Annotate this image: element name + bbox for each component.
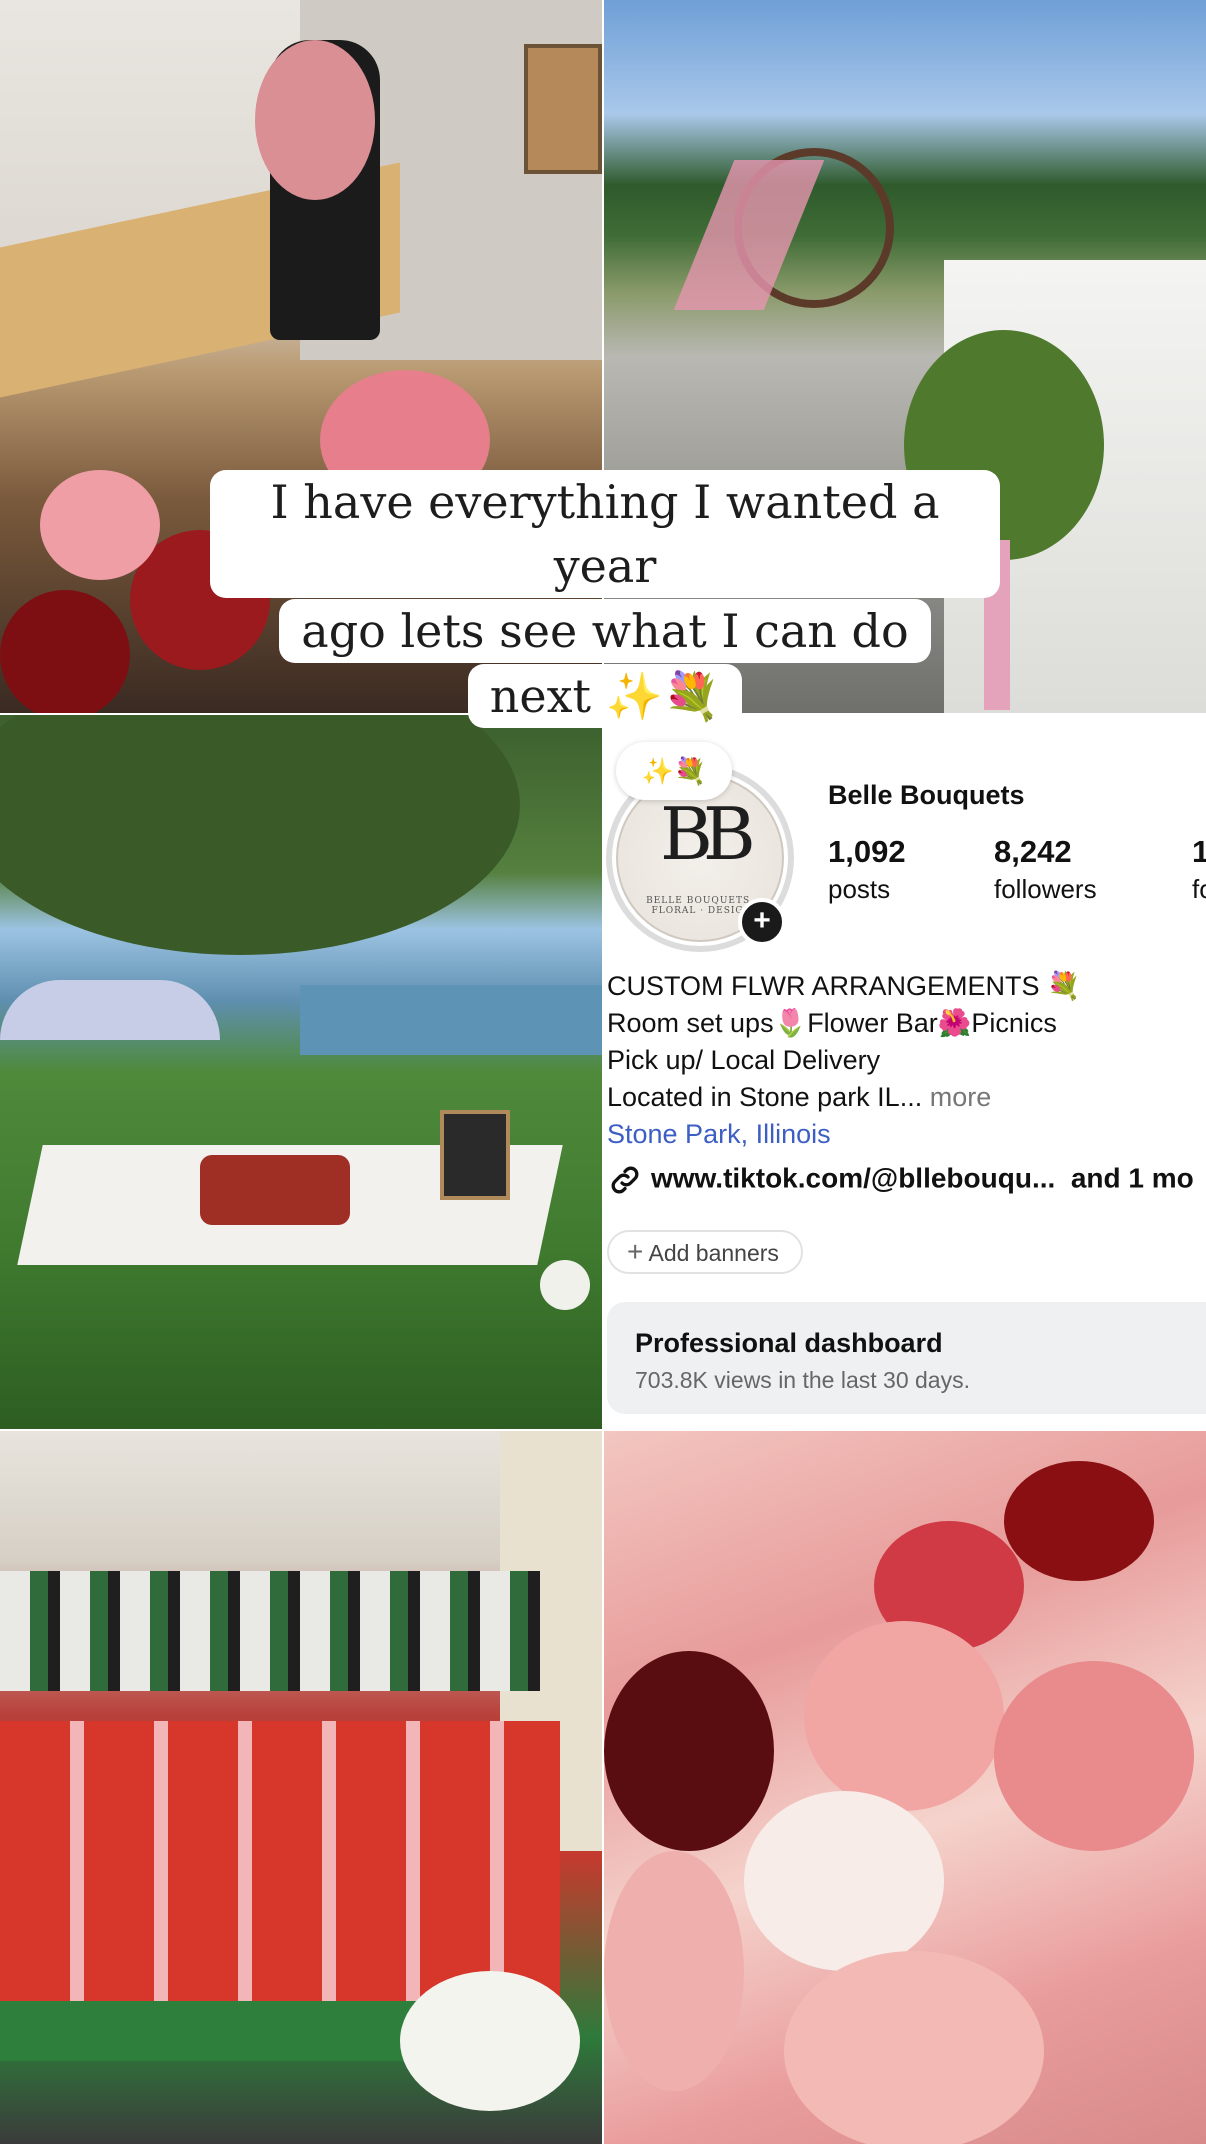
bio-line: Room set ups🌷Flower Bar🌺Picnics (607, 1008, 1057, 1038)
profile-bio: CUSTOM FLWR ARRANGEMENTS 💐 Room set ups🌷… (607, 968, 1081, 1153)
white-umbrella (0, 980, 220, 1040)
profile-name: Belle Bouquets (828, 780, 1025, 810)
flower-buckets-photo (0, 1431, 602, 2144)
caption-line-3: next ✨💐 (467, 664, 743, 728)
story-caption: I have everything I wanted a year ago le… (210, 470, 1000, 729)
red-bouquet-kay (1004, 1461, 1154, 1581)
location-link[interactable]: Stone Park, Illinois (607, 1116, 1081, 1153)
following-count: 1 (1192, 834, 1206, 869)
bio-line-location: Located in Stone park IL... more (607, 1079, 1081, 1116)
green-buckets (0, 2001, 420, 2061)
professional-dashboard[interactable]: Professional dashboard 703.8K views in t… (607, 1302, 1206, 1414)
patterned-sleeves (0, 1571, 540, 1691)
profile-link-row[interactable]: www.tiktok.com/@bllebouqu... and 1 mo (607, 1162, 1194, 1198)
add-story-plus-icon[interactable]: + (738, 898, 786, 946)
profile-link-more[interactable]: and 1 mo (1071, 1162, 1194, 1193)
bio-more-link[interactable]: more (922, 1082, 992, 1112)
red-pillows (200, 1155, 350, 1225)
dashboard-subtitle: 703.8K views in the last 30 days. (635, 1367, 970, 1393)
tree-canopy (0, 715, 520, 955)
plus-icon: + (627, 1236, 644, 1267)
followers-label: followers (994, 874, 1097, 904)
link-icon (611, 1166, 639, 1194)
avatar-monogram: BB (660, 792, 756, 876)
dashboard-title: Professional dashboard (635, 1328, 943, 1358)
bio-line: CUSTOM FLWR ARRANGEMENTS 💐 (607, 971, 1081, 1001)
pink-rose-bouquet-bottom (604, 1851, 744, 2091)
following-stat[interactable]: 1 fo (1192, 834, 1206, 905)
bio-line: Pick up/ Local Delivery (607, 1045, 881, 1075)
red-rose-boxes (0, 1721, 560, 2001)
bouquets-table-photo (604, 1431, 1206, 2144)
posts-label: posts (828, 874, 891, 904)
add-banners-button[interactable]: + Add banners (607, 1230, 803, 1274)
lake-water (300, 985, 602, 1055)
pink-rose-bouquet (804, 1621, 1004, 1811)
bio-line-text: Located in Stone park IL... (607, 1082, 923, 1112)
pink-rose-bouquet-center (784, 1951, 1044, 2144)
profile-link-text[interactable]: www.tiktok.com/@bllebouqu... (651, 1162, 1055, 1193)
pink-rose-bouquet-right (994, 1661, 1194, 1851)
posts-stat[interactable]: 1,092 posts (828, 834, 906, 905)
caption-line-1: I have everything I wanted a year (210, 470, 1000, 598)
add-banners-label: Add banners (648, 1240, 779, 1266)
posts-count: 1,092 (828, 834, 906, 869)
picnic-setup-photo (0, 715, 602, 1429)
followers-count: 8,242 (994, 834, 1072, 869)
chalkboard-sign (440, 1110, 510, 1200)
caption-line-2: ago lets see what I can do (279, 599, 931, 663)
following-label: fo (1192, 874, 1206, 904)
note-bubble[interactable]: ✨💐 (616, 742, 732, 800)
white-hydrangeas (400, 1971, 580, 2111)
red-bouquet (0, 590, 130, 713)
black-heart-bouquet (604, 1651, 774, 1851)
white-wrapped-bouquet (744, 1791, 944, 1971)
pink-bouquet (40, 470, 160, 580)
pumpkin (540, 1260, 590, 1310)
cork-board (524, 44, 602, 174)
followers-stat[interactable]: 8,242 followers (994, 834, 1097, 905)
held-bouquet (255, 40, 375, 200)
